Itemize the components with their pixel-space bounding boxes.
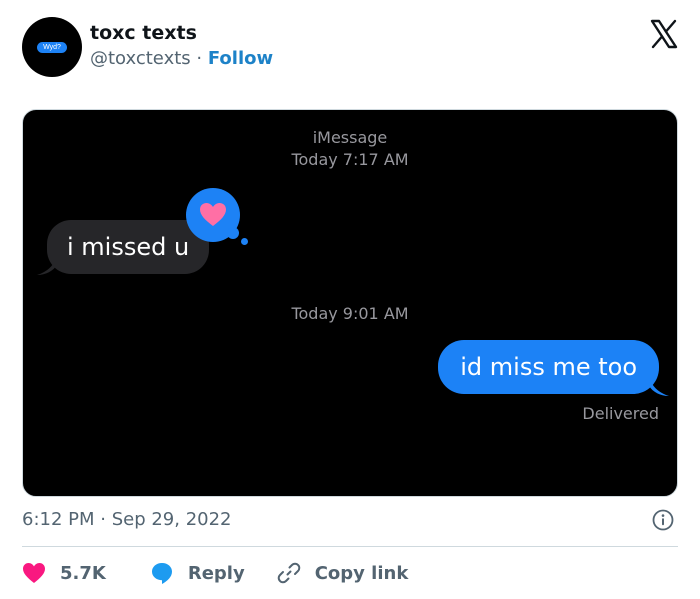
action-bar: 5.7K Reply Copy link <box>22 560 408 586</box>
info-icon[interactable] <box>652 509 674 531</box>
x-logo-icon[interactable] <box>648 18 680 50</box>
follow-button[interactable]: Follow <box>208 48 273 69</box>
first-timestamp: Today 7:17 AM <box>291 150 409 169</box>
outgoing-message: id miss me too <box>438 340 659 394</box>
avatar-text: Wyd? <box>37 41 67 53</box>
heart-icon <box>200 203 226 226</box>
tapback-tail-dot <box>227 227 239 239</box>
tweet-image[interactable]: iMessage Today 7:17 AM i missed u Today … <box>22 109 678 497</box>
author-name[interactable]: toxc texts <box>90 22 197 44</box>
reply-label: Reply <box>187 562 245 584</box>
divider <box>22 546 678 547</box>
tweet-timestamp[interactable]: 6:12 PM · Sep 29, 2022 <box>22 509 232 530</box>
copy-link-label: Copy link <box>314 562 409 584</box>
like-count: 5.7K <box>60 562 106 584</box>
speech-bubble-icon <box>151 563 172 584</box>
service-label: iMessage <box>312 128 388 147</box>
delivery-status: Delivered <box>582 404 659 423</box>
reply-button[interactable]: Reply <box>150 561 245 585</box>
heart-icon <box>23 563 45 583</box>
avatar[interactable]: Wyd? <box>22 17 82 77</box>
like-button[interactable]: 5.7K <box>22 562 106 584</box>
link-icon <box>277 562 300 584</box>
tweet-card: Wyd? toxc texts @toxctexts · Follow iMes… <box>0 0 700 599</box>
tapback-tail-dot-small <box>241 238 248 245</box>
author-handle[interactable]: @toxctexts <box>90 48 191 69</box>
copy-link-button[interactable]: Copy link <box>277 561 409 585</box>
handle-row: @toxctexts · Follow <box>90 48 273 69</box>
separator-dot: · <box>196 48 203 69</box>
second-timestamp: Today 9:01 AM <box>291 304 409 323</box>
incoming-message: i missed u <box>47 220 210 274</box>
